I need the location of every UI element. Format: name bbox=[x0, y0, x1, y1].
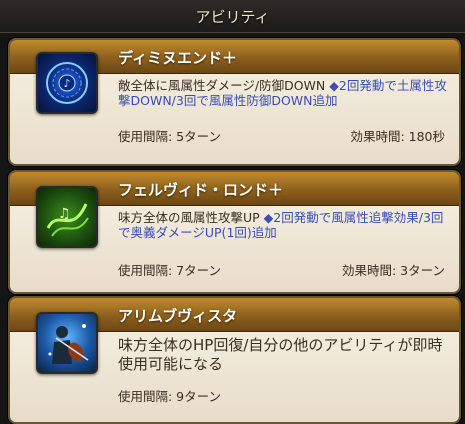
ability-effect-text: 味方全体の風属性攻撃UP bbox=[118, 210, 260, 225]
ability-card-3[interactable]: アリムブヴィスタ 味方全体のHP回復/自分の他のアビリティが即時使用可能になる … bbox=[8, 296, 461, 424]
ability-card-body: 味方全体のHP回復/自分の他のアビリティが即時使用可能になる 使用間隔: 9ター… bbox=[10, 312, 459, 422]
ability-card-body: ♪ 敵全体に風属性ダメージ/防御DOWN ◆2回発動で土属性攻撃DOWN/3回で… bbox=[10, 52, 459, 164]
ability-effect-text: 敵全体に風属性ダメージ/防御DOWN bbox=[118, 78, 326, 93]
violinist-icon bbox=[36, 312, 98, 374]
ability-description: 味方全体の風属性攻撃UP ◆2回発動で風属性追撃効果/3回で奥義ダメージUP(1… bbox=[118, 210, 447, 240]
green-music-wind-icon: ♫ bbox=[36, 186, 98, 248]
ability-card-1[interactable]: ディミヌエンド＋ ♪ 敵全体に風属性ダメージ/防御DOWN ◆2回発動で土属性攻… bbox=[8, 38, 461, 166]
ability-cooldown: 使用間隔: 7ターン bbox=[118, 263, 222, 278]
ability-cooldown: 使用間隔: 5ターン bbox=[118, 129, 222, 144]
ability-cooldown: 使用間隔: 9ターン bbox=[118, 389, 222, 404]
blue-rune-circle-icon: ♪ bbox=[36, 52, 98, 114]
ability-card-body: ♫ 味方全体の風属性攻撃UP ◆2回発動で風属性追撃効果/3回で奥義ダメージUP… bbox=[10, 186, 459, 292]
abilities-header: アビリティ bbox=[0, 0, 465, 33]
ability-duration: 効果時間: 180秒 bbox=[350, 129, 445, 144]
svg-text:♫: ♫ bbox=[58, 206, 71, 222]
ability-name: フェルヴィド・ロンド＋ bbox=[118, 181, 284, 199]
ability-description: 味方全体のHP回復/自分の他のアビリティが即時使用可能になる bbox=[118, 336, 447, 374]
ability-effect-text: 味方全体のHP回復/自分の他のアビリティが即時使用可能になる bbox=[118, 336, 443, 373]
ability-name: ディミヌエンド＋ bbox=[118, 49, 237, 67]
ability-card-2[interactable]: フェルヴィド・ロンド＋ ♫ 味方全体の風属性攻撃UP ◆2回発動で風属性追撃効果… bbox=[8, 170, 461, 294]
ability-duration: 効果時間: 3ターン bbox=[341, 263, 445, 278]
ability-description: 敵全体に風属性ダメージ/防御DOWN ◆2回発動で土属性攻撃DOWN/3回で風属… bbox=[118, 78, 447, 108]
abilities-title: アビリティ bbox=[195, 8, 270, 26]
svg-text:♪: ♪ bbox=[63, 77, 70, 90]
ability-name: アリムブヴィスタ bbox=[118, 307, 238, 325]
